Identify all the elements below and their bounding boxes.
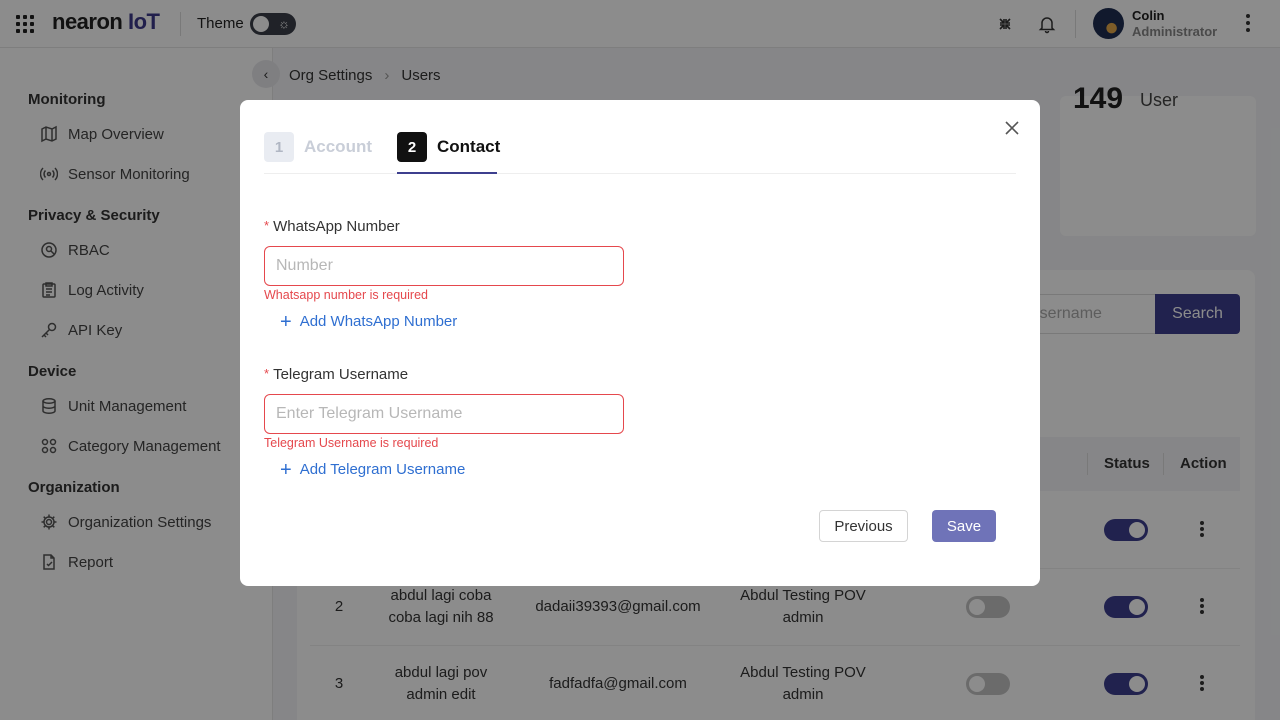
telegram-label: * Telegram Username: [264, 366, 409, 383]
whatsapp-label: * WhatsApp Number: [264, 218, 400, 235]
step-contact[interactable]: 2 Contact: [397, 132, 500, 162]
step-account[interactable]: 1 Account: [264, 132, 372, 162]
plus-icon: +: [280, 458, 292, 481]
step-number: 2: [397, 132, 427, 162]
step-number: 1: [264, 132, 294, 162]
add-whatsapp-button[interactable]: + Add WhatsApp Number: [280, 310, 457, 333]
steps-divider: [264, 173, 1016, 174]
required-marker: *: [264, 218, 270, 233]
previous-button[interactable]: Previous: [819, 510, 908, 542]
close-icon[interactable]: [1003, 119, 1021, 137]
required-marker: *: [264, 366, 270, 381]
add-telegram-button[interactable]: + Add Telegram Username: [280, 458, 465, 481]
active-step-indicator: [397, 172, 497, 174]
save-button[interactable]: Save: [932, 510, 996, 542]
whatsapp-error: Whatsapp number is required: [264, 288, 428, 302]
telegram-username-input[interactable]: [264, 394, 624, 434]
plus-icon: +: [280, 310, 292, 333]
step-label: Contact: [437, 137, 501, 156]
telegram-error: Telegram Username is required: [264, 436, 439, 450]
step-label: Account: [304, 137, 372, 156]
whatsapp-number-input[interactable]: [264, 246, 624, 286]
